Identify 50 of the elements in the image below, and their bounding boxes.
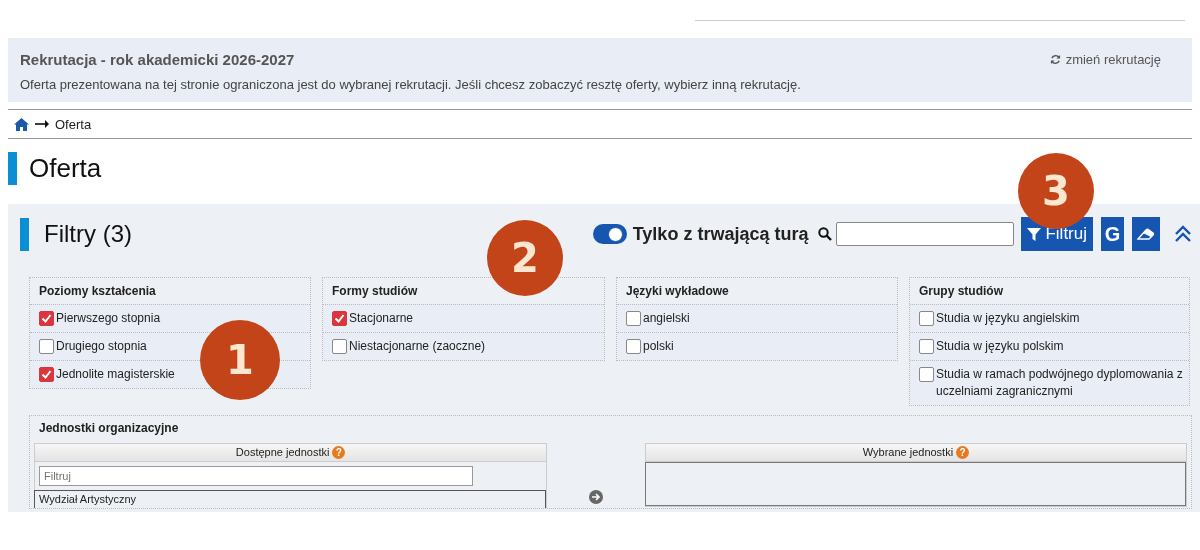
section-title: Jednostki organizacyjne: [38, 420, 180, 437]
checkbox-label: Niestacjonarne (zaoczne): [349, 338, 486, 355]
checkbox-label: Jednolite magisterskie: [56, 366, 175, 383]
refresh-icon: [1049, 54, 1061, 65]
list-header: Dostępne jednostki: [235, 445, 330, 460]
search-field[interactable]: [836, 222, 1015, 246]
checkbox[interactable]: [919, 339, 934, 354]
accent-bar: [8, 151, 17, 185]
checkbox-label: Studia w języku angielskim: [936, 310, 1080, 327]
eraser-icon: [1137, 228, 1155, 240]
checkbox-label: polski: [643, 338, 674, 355]
change-recruitment-link[interactable]: zmień rekrutację: [1049, 52, 1161, 67]
checkbox[interactable]: [919, 311, 934, 326]
page-title: Oferta: [29, 152, 102, 184]
group-title: Grupy studiów: [918, 283, 1004, 300]
checkbox-label: Studia w języku polskim: [936, 338, 1064, 355]
list-item[interactable]: Wydział Artystyczny: [39, 493, 542, 505]
recruitment-title: Rekrutacja - rok akademicki 2026-2027: [20, 51, 295, 68]
checkbox-label: Pierwszego stopnia: [56, 310, 161, 327]
funnel-icon: [1027, 227, 1042, 241]
checkbox[interactable]: [39, 311, 54, 326]
recruitment-message: Oferta prezentowana na tej stronie ograniczona jest do wybranej rekrutacji. Jeśli chcesz zobaczyć resztę oferty, wybierz inną rekrutację.: [20, 77, 802, 92]
checkbox-label: Drugiego stopnia: [56, 338, 147, 355]
toggle-switch[interactable]: [592, 224, 627, 244]
list-header: Wybrane jednostki: [862, 445, 954, 460]
checkbox[interactable]: [919, 367, 934, 382]
search-icon: [818, 227, 833, 241]
checkbox-label: Studia w ramach podwójnego dyplomowania z uczelniami zagranicznymi: [936, 366, 1184, 400]
checkbox-label: Stacjonarne: [349, 310, 414, 327]
arrow-icon: [35, 120, 49, 128]
toggle-label: Tylko z trwającą turą: [632, 223, 809, 245]
home-icon[interactable]: [14, 117, 29, 131]
checkbox[interactable]: [332, 339, 347, 354]
arrow-right-icon[interactable]: [589, 490, 604, 504]
group-title: Języki wykładowe: [625, 283, 730, 300]
checkbox[interactable]: [39, 339, 54, 354]
checkbox[interactable]: [626, 311, 641, 326]
filters-title: Filtry (3): [44, 220, 133, 248]
eraser-button[interactable]: [1132, 217, 1160, 251]
checkbox-label: angielski: [643, 310, 690, 327]
filter-field[interactable]: Filtruj: [39, 466, 473, 486]
collapse-icon[interactable]: [1174, 224, 1192, 244]
accent-bar: [20, 217, 29, 251]
checkbox[interactable]: [332, 311, 347, 326]
group-title: Poziomy kształcenia: [38, 283, 157, 300]
g-button[interactable]: G: [1101, 217, 1124, 251]
checkbox[interactable]: [626, 339, 641, 354]
group-title: Formy studiów: [331, 283, 419, 300]
checkbox[interactable]: [39, 367, 54, 382]
breadcrumb-current: Oferta: [55, 116, 92, 132]
